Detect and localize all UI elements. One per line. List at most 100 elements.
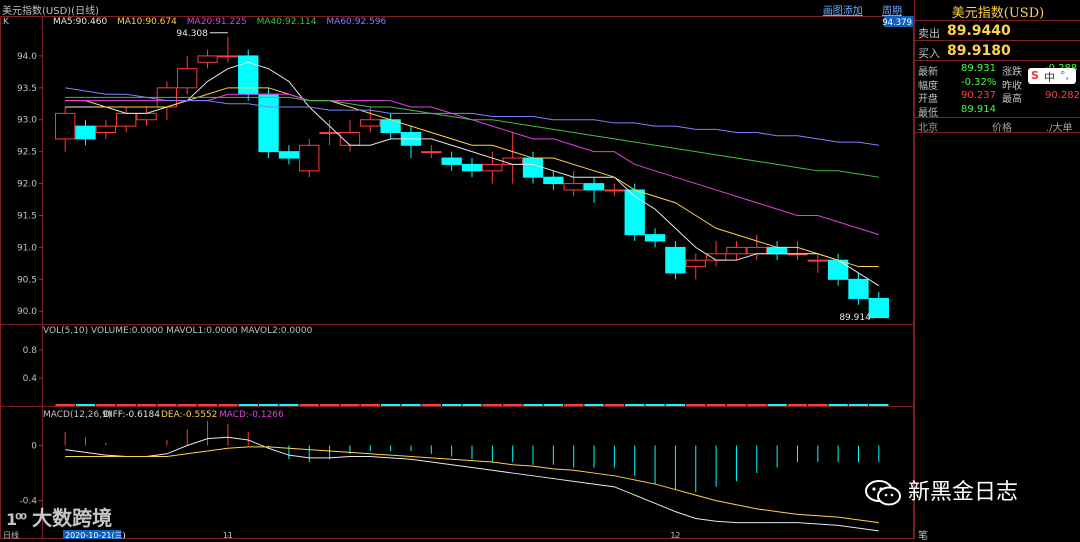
divider (915, 132, 1080, 133)
candle-body (75, 125, 96, 140)
candle-body (726, 246, 747, 255)
logo: 1⁰⁰ 大数跨境 (6, 502, 112, 531)
y-tick-label: 93.5 (17, 84, 37, 94)
punctuation-icon: °, (1060, 69, 1069, 82)
ma-legend-item: MA60:92.596 (326, 17, 386, 27)
low-marker-label: 89.914 (839, 313, 871, 323)
candle-body (116, 112, 137, 127)
macd-diff-value: DIFF:-0.6184 (103, 410, 160, 420)
y-tick-label: 90.5 (17, 275, 37, 285)
logo-mark-icon: 1⁰⁰ (6, 510, 27, 529)
y-tick-label: 0 (31, 442, 37, 452)
divider (915, 40, 1080, 41)
quote-value: 90.237 (961, 90, 996, 101)
candle-body (299, 144, 320, 172)
sell-row: 卖出 89.944 0 (915, 23, 1080, 41)
x-tick-label: 11 (223, 531, 233, 539)
quote-value: 89.931 (961, 63, 996, 74)
candle-body (827, 259, 849, 280)
y-tick-label: 92.5 (17, 148, 37, 158)
ma-legend-item: MA10:90.674 (117, 17, 177, 27)
main-pane-frame (0, 16, 914, 325)
sogou-icon: S (1031, 69, 1039, 82)
ime-toolbar[interactable]: S 中 °, (1028, 68, 1076, 84)
candle-body (95, 125, 117, 134)
y-tick-label: 90.0 (17, 307, 37, 317)
candle-body (522, 157, 544, 178)
main-pane-label: K (3, 17, 10, 27)
ma-legend-item: MA20:91.225 (187, 17, 247, 27)
candle-body (563, 183, 584, 191)
candle-body (136, 112, 157, 121)
candle-body (177, 68, 198, 89)
macd-hist-value: MACD:-0.1266 (219, 410, 284, 420)
candle-body (807, 259, 828, 262)
candle-body (583, 183, 605, 191)
y-tick-label: 91.5 (17, 211, 37, 221)
volume-pane-frame (0, 324, 914, 407)
y-tick-label: 94.0 (17, 52, 37, 62)
toolbar-links: 画图添加 周期 (807, 2, 902, 17)
sell-label: 卖出 (918, 27, 940, 40)
footer-period-label: 日线 (3, 530, 19, 539)
quote-value: 90.282 (1045, 90, 1080, 101)
buy-row: 买入 89.918 0 (915, 43, 1080, 61)
x-tick-label: 12 (670, 531, 680, 539)
panel-title: 美元指数(USD) (951, 6, 1045, 21)
watermark-text: 新黑金日志 (908, 480, 1019, 505)
buy-label: 买入 (918, 47, 940, 60)
macd-pane-frame (0, 406, 914, 539)
candle-body (746, 246, 767, 255)
last-price-label: 94.379 (882, 18, 912, 28)
footer-date-label: 2020-10-21(三) (65, 531, 126, 539)
ticks-header: 北京 价格 ./大单 (915, 119, 1080, 137)
divider (915, 117, 1080, 118)
candle-body (705, 253, 727, 261)
macd-dea-value: DEA:-0.5552 (161, 410, 217, 420)
candle-body (197, 55, 218, 63)
candle-body (502, 157, 523, 165)
candlestick-chart[interactable]: 94.0 93.5 93.0 92.5 92.0 91.5 91.0 90.5 90.0 K MA5… (0, 16, 914, 539)
candle-body (217, 55, 239, 58)
candle-body (238, 55, 259, 95)
candle-body (461, 163, 483, 172)
divider (915, 20, 1080, 21)
ma-legend-item: MA40:92.114 (257, 17, 317, 27)
buy-price: 89.918 (947, 43, 1002, 59)
y-tick-label: 93.0 (17, 116, 37, 126)
candle-body (848, 278, 869, 299)
chart-title: 美元指数(USD)(日线) (2, 6, 99, 17)
candle-body (604, 189, 625, 192)
candle-body (258, 93, 279, 153)
logo-text: 大数跨境 (32, 506, 113, 530)
candle-body (421, 151, 442, 154)
candle-body (644, 234, 666, 242)
sell-volume: 0 (1001, 23, 1011, 39)
macd-legend-label: MACD(12,26,9) (43, 410, 111, 420)
candle-body (360, 119, 381, 127)
candle-body (685, 259, 706, 268)
ime-mode-label: 中 (1044, 71, 1055, 84)
candle-body (868, 297, 889, 319)
candle-body (665, 246, 686, 274)
y-tick-label: 0.8 (23, 346, 38, 356)
candle-body (441, 157, 462, 165)
candle-body (278, 151, 300, 159)
divider (915, 60, 1080, 61)
side-char: 笔 (918, 531, 928, 542)
wechat-watermark: 新黑金日志 (864, 474, 1018, 506)
y-tick-label: 91.0 (17, 243, 37, 253)
volume-legend: VOL(5,10) VOLUME:0.0000 MAVOL1:0.0000 MA… (43, 326, 313, 336)
wechat-icon (865, 480, 901, 506)
quote-value: 89.914 (961, 103, 996, 115)
y-tick-label: 92.0 (17, 180, 37, 190)
candle-body (482, 163, 503, 172)
high-marker-label: 94.308 (176, 29, 208, 39)
ma-legend-item: MA5:90.460 (53, 17, 107, 27)
sell-price: 89.944 (947, 23, 1002, 39)
y-tick-label: 0.4 (23, 374, 38, 384)
quote-value: -0.32% (961, 76, 997, 88)
candle-body (55, 112, 76, 140)
buy-volume: 0 (1001, 43, 1011, 59)
candle-body (766, 246, 788, 255)
